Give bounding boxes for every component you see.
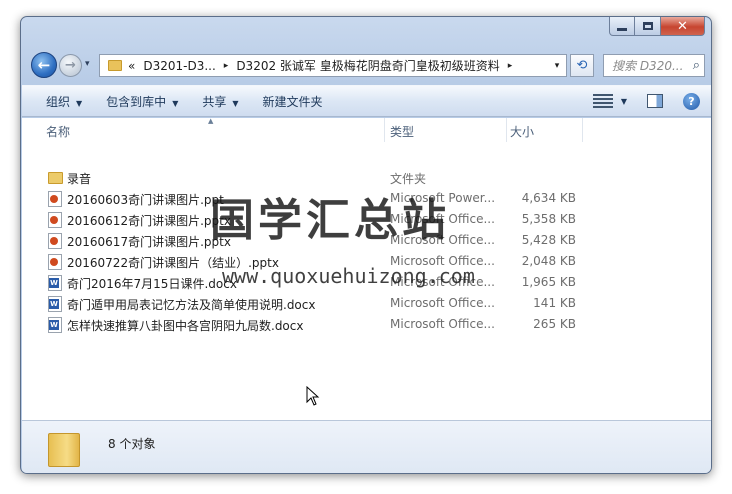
organize-button[interactable]: 组织 ▼ [34, 93, 94, 110]
chevron-down-icon[interactable]: ▼ [621, 97, 627, 106]
search-placeholder: 搜索 D320... [612, 59, 684, 73]
preview-pane-icon[interactable] [647, 94, 663, 108]
column-header-name[interactable]: 名称 [46, 123, 70, 140]
file-type: Microsoft Office... [390, 317, 495, 331]
share-label: 共享 [202, 94, 227, 109]
chevron-down-icon: ▾ [85, 59, 90, 69]
sort-ascending-icon: ▲ [208, 117, 214, 125]
column-divider[interactable] [582, 118, 583, 142]
file-size: 5,358 KB [521, 212, 576, 226]
close-icon: ✕ [677, 18, 688, 34]
file-name: 20160603奇门讲课图片.ppt [67, 193, 224, 207]
column-header-type[interactable]: 类型 [390, 123, 414, 140]
breadcrumb-current[interactable]: D3202 张诚军 皇极梅花阴盘奇门皇极初级班资料 [236, 57, 499, 74]
breadcrumb-parent[interactable]: D3201-D3... [143, 59, 215, 73]
close-button[interactable]: ✕ [661, 17, 705, 36]
folder-icon [48, 433, 80, 467]
minimize-icon [617, 27, 627, 31]
file-name: 怎样快速推算八卦图中各宫阴阳九局数.docx [67, 319, 304, 333]
chevron-down-icon: ▼ [232, 98, 239, 108]
include-in-library-button[interactable]: 包含到库中 ▼ [94, 93, 190, 110]
command-bar-right: ▼ ? [592, 92, 700, 110]
details-pane: 8 个对象 [22, 420, 711, 473]
maximize-icon [642, 22, 653, 30]
word-icon [48, 275, 62, 291]
powerpoint-icon [48, 212, 62, 228]
folder-icon [108, 60, 122, 71]
powerpoint-icon [48, 254, 62, 270]
file-name: 奇门2016年7月15日课件.docx [67, 277, 237, 291]
refresh-icon: ⟲ [576, 58, 588, 73]
search-icon[interactable]: ⌕ [693, 58, 700, 73]
column-header-size[interactable]: 大小 [510, 123, 534, 140]
new-folder-label: 新建文件夹 [262, 94, 323, 109]
forward-button[interactable]: → [59, 54, 82, 77]
address-bar[interactable]: « D3201-D3... ▸ D3202 张诚军 皇极梅花阴盘奇门皇极初级班资… [99, 54, 567, 77]
file-size: 5,428 KB [521, 233, 576, 247]
word-icon [48, 317, 62, 333]
file-name: 录音 [67, 172, 92, 186]
column-divider[interactable] [506, 118, 507, 142]
file-type: Microsoft Office... [390, 296, 495, 310]
change-view-icon[interactable] [592, 94, 613, 108]
file-name: 奇门遁甲用局表记忆方法及简单使用说明.docx [67, 298, 316, 312]
include-in-library-label: 包含到库中 [106, 94, 167, 109]
word-icon [48, 296, 62, 312]
watermark-url: www.quoxuehuizong.com [222, 264, 475, 288]
address-dropdown-icon[interactable]: ▾ [548, 61, 566, 71]
maximize-button[interactable] [635, 17, 661, 36]
minimize-button[interactable] [609, 17, 635, 36]
organize-label: 组织 [46, 94, 71, 109]
forward-arrow-icon: → [65, 58, 76, 73]
breadcrumb-separator-icon[interactable]: ▸ [224, 61, 229, 71]
breadcrumb-overflow[interactable]: « [128, 59, 135, 73]
recent-pages-button[interactable]: ▾ [85, 59, 90, 69]
file-name: 20160612奇门讲课图片.pptx [67, 214, 231, 228]
watermark-title: 国学汇总站 [210, 195, 450, 246]
powerpoint-icon [48, 233, 62, 249]
help-icon[interactable]: ? [683, 92, 700, 110]
file-size: 2,048 KB [521, 254, 576, 268]
search-input[interactable]: 搜索 D320... ⌕ [603, 54, 705, 77]
refresh-button[interactable]: ⟲ [570, 54, 594, 77]
column-headers: ▲ 名称 类型 大小 [22, 117, 711, 142]
file-row[interactable]: 怎样快速推算八卦图中各宫阴阳九局数.docx Microsoft Office..… [22, 314, 711, 335]
file-size: 141 KB [533, 296, 576, 310]
chevron-down-icon: ▼ [172, 98, 179, 108]
item-count: 8 个对象 [108, 437, 156, 451]
file-name: 20160617奇门讲课图片.pptx [67, 235, 231, 249]
caption-buttons: ✕ [609, 17, 705, 37]
new-folder-button[interactable]: 新建文件夹 [251, 93, 335, 110]
folder-icon [48, 172, 63, 184]
breadcrumb-separator-icon[interactable]: ▸ [508, 61, 513, 71]
file-size: 265 KB [533, 317, 576, 331]
back-arrow-icon: ← [37, 56, 51, 74]
navigation-bar: ← → ▾ « D3201-D3... ▸ D3202 张诚军 皇极梅花阴盘奇门… [29, 50, 705, 82]
back-button[interactable]: ← [31, 52, 57, 78]
file-row[interactable]: 奇门遁甲用局表记忆方法及简单使用说明.docx Microsoft Office.… [22, 293, 711, 314]
share-button[interactable]: 共享 ▼ [190, 93, 250, 110]
column-divider[interactable] [384, 118, 385, 142]
file-size: 1,965 KB [521, 275, 576, 289]
command-bar: 组织 ▼ 包含到库中 ▼ 共享 ▼ 新建文件夹 ▼ ? [22, 85, 711, 117]
powerpoint-icon [48, 191, 62, 207]
chevron-down-icon: ▼ [76, 98, 83, 108]
mouse-cursor-icon [306, 386, 320, 406]
file-size: 4,634 KB [521, 191, 576, 205]
